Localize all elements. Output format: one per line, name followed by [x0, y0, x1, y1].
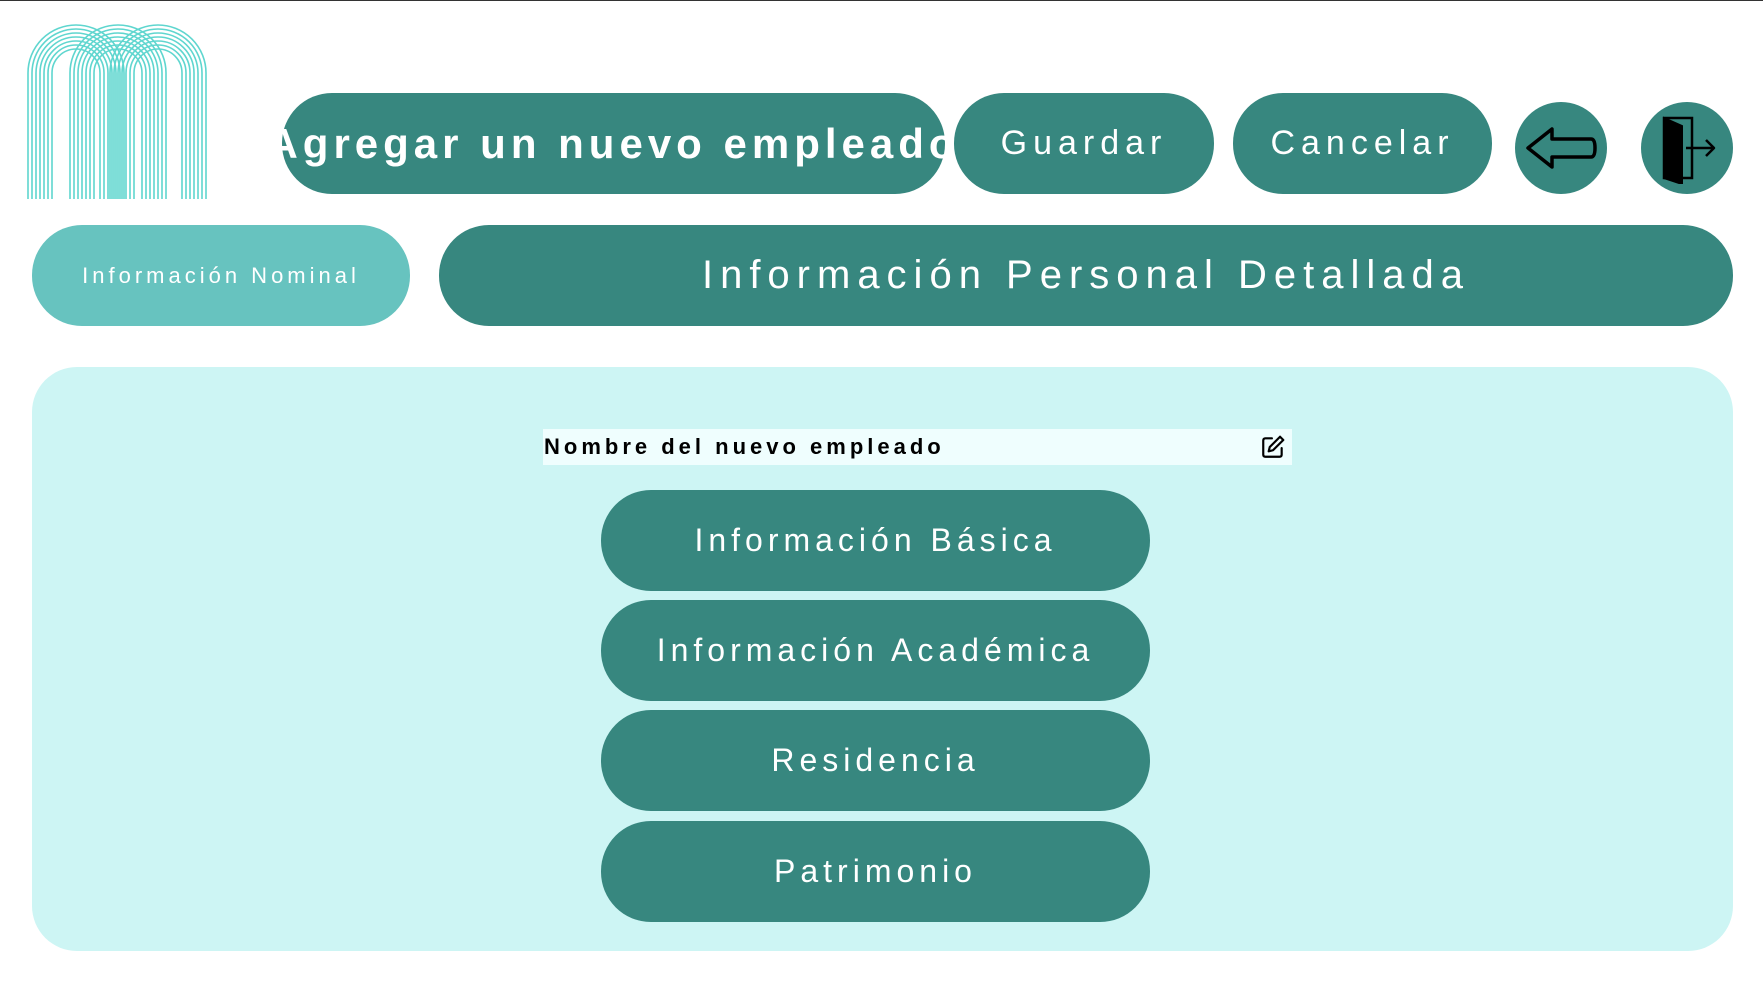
add-employee-title-button[interactable]: Agregar un nuevo empleado [267, 93, 955, 194]
menu-residencia-button[interactable]: Residencia [601, 710, 1150, 811]
tab-informacion-nominal[interactable]: Información Nominal [32, 225, 410, 326]
arrow-left-icon [1526, 127, 1597, 169]
edit-icon[interactable] [1260, 434, 1286, 460]
cancel-button[interactable]: Cancelar [1233, 93, 1492, 194]
menu-informacion-academica-button[interactable]: Información Académica [601, 600, 1150, 701]
menu-patrimonio-button[interactable]: Patrimonio [601, 821, 1150, 922]
company-logo [27, 24, 207, 199]
menu-informacion-basica-button[interactable]: Información Básica [601, 490, 1150, 591]
exit-button[interactable] [1641, 102, 1733, 194]
back-button[interactable] [1515, 102, 1607, 194]
exit-door-icon [1662, 116, 1716, 184]
employee-name-field[interactable]: Nombre del nuevo empleado [543, 429, 1292, 465]
tab-informacion-personal-detallada[interactable]: Información Personal Detallada [439, 225, 1733, 326]
save-button[interactable]: Guardar [954, 93, 1214, 194]
employee-name-label: Nombre del nuevo empleado [544, 434, 945, 459]
